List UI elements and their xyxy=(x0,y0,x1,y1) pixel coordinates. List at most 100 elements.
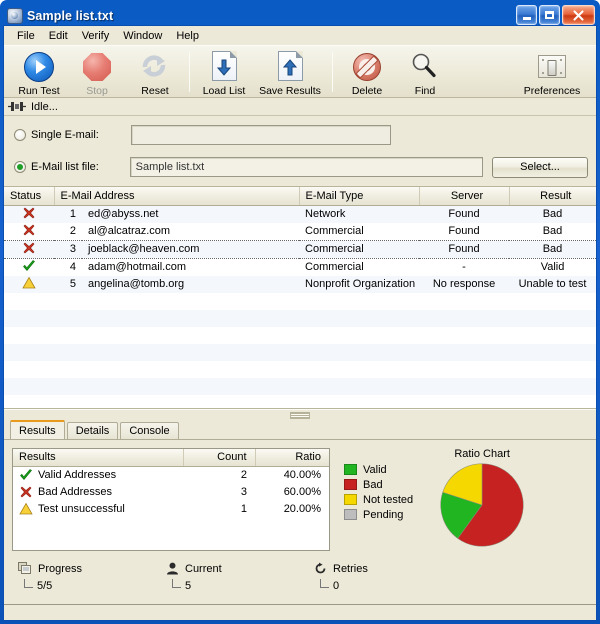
legend-label-bad: Bad xyxy=(363,479,383,491)
results-header-row: Results Count Ratio xyxy=(13,449,329,466)
client-area: File Edit Verify Window Help Run Test St… xyxy=(3,25,597,621)
stop-button[interactable]: Stop xyxy=(68,48,126,98)
bad-icon xyxy=(22,206,36,220)
save-results-label: Save Results xyxy=(259,85,321,97)
valid-icon xyxy=(22,259,36,273)
delete-label: Delete xyxy=(352,85,382,97)
menu-bar: File Edit Verify Window Help xyxy=(4,26,596,45)
load-list-button[interactable]: Load List xyxy=(195,48,253,98)
column-header-server[interactable]: Server xyxy=(419,187,509,205)
close-button[interactable] xyxy=(562,5,595,25)
preferences-button[interactable]: Preferences xyxy=(514,48,590,98)
tab-results[interactable]: Results xyxy=(10,420,65,439)
column-header-type[interactable]: E-Mail Type xyxy=(299,187,419,205)
results-row-count: 3 xyxy=(183,484,255,501)
table-row[interactable]: 2 al@alcatraz.com Commercial Found Bad xyxy=(4,223,596,241)
minimize-icon xyxy=(523,17,531,20)
row-server: Found xyxy=(419,205,509,223)
column-header-result[interactable]: Result xyxy=(509,187,596,205)
bad-icon xyxy=(22,241,36,255)
maximize-button[interactable] xyxy=(539,5,560,25)
warning-icon xyxy=(19,502,33,516)
delete-button[interactable]: Delete xyxy=(338,48,396,98)
connection-icon xyxy=(8,101,26,112)
maximize-icon xyxy=(545,11,554,19)
column-header-status[interactable]: Status xyxy=(4,187,54,205)
menu-item-window[interactable]: Window xyxy=(116,28,169,44)
menu-item-edit[interactable]: Edit xyxy=(42,28,75,44)
play-icon xyxy=(23,51,55,83)
legend-label-valid: Valid xyxy=(363,464,387,476)
menu-item-help[interactable]: Help xyxy=(169,28,206,44)
table-row-empty xyxy=(4,327,596,344)
list-file-radio[interactable] xyxy=(14,161,26,173)
tab-details[interactable]: Details xyxy=(67,422,119,439)
results-row-label-cell: Test unsuccessful xyxy=(13,501,183,518)
minimize-button[interactable] xyxy=(516,5,537,25)
window-title: Sample list.txt xyxy=(27,9,113,23)
legend-item-pending: Pending xyxy=(344,507,413,522)
select-file-button[interactable]: Select... xyxy=(492,157,588,178)
table-row[interactable]: 4 adam@hotmail.com Commercial - Valid xyxy=(4,258,596,276)
valid-icon xyxy=(19,468,33,482)
legend-item-valid: Valid xyxy=(344,462,413,477)
results-summary-table: Results Count Ratio xyxy=(12,448,330,551)
legend-swatch-valid xyxy=(344,464,357,475)
legend-swatch-not-tested xyxy=(344,494,357,505)
row-server: Found xyxy=(419,223,509,241)
stat-progress-value: 5/5 xyxy=(37,580,52,592)
row-result: Valid xyxy=(509,258,596,276)
document-download-icon xyxy=(208,51,240,83)
list-file-row: E-Mail list file: Sample list.txt Select… xyxy=(14,156,588,178)
pie-chart xyxy=(439,462,525,548)
row-address: joeblack@heaven.com xyxy=(82,240,299,258)
single-email-radio[interactable] xyxy=(14,129,26,141)
panel-splitter[interactable] xyxy=(4,409,596,420)
tab-panel-results: Results Count Ratio xyxy=(4,439,596,620)
row-type: Commercial xyxy=(299,223,419,241)
list-file-input[interactable]: Sample list.txt xyxy=(130,157,483,177)
column-header-address[interactable]: E-Mail Address xyxy=(54,187,299,205)
reset-button[interactable]: Reset xyxy=(126,48,184,98)
results-row: Bad Addresses 3 60.00% xyxy=(13,484,329,501)
table-row-empty xyxy=(4,310,596,327)
stats-bar: Progress 5/5 Current xyxy=(4,551,596,592)
table-row-selected[interactable]: 3 joeblack@heaven.com Commercial Found B… xyxy=(4,240,596,258)
results-row-count: 2 xyxy=(183,466,255,484)
row-status-icon xyxy=(4,276,54,293)
row-server: - xyxy=(419,258,509,276)
chart-legend: Valid Bad Not tested Pending xyxy=(344,448,413,551)
find-button[interactable]: Find xyxy=(396,48,454,98)
row-index: 2 xyxy=(54,223,82,241)
splitter-grip-icon xyxy=(290,412,310,419)
tab-console[interactable]: Console xyxy=(120,422,178,439)
row-server: Found xyxy=(419,240,509,258)
close-icon xyxy=(573,10,584,21)
single-email-input[interactable] xyxy=(131,125,391,145)
row-index: 4 xyxy=(54,258,82,276)
results-row-label: Valid Addresses xyxy=(38,469,116,481)
reset-icon xyxy=(139,51,171,83)
table-row-empty xyxy=(4,378,596,395)
find-label: Find xyxy=(415,85,435,97)
reset-label: Reset xyxy=(141,85,168,97)
table-row[interactable]: 5 angelina@tomb.org Nonprofit Organizati… xyxy=(4,276,596,293)
results-row-label: Test unsuccessful xyxy=(38,503,125,515)
legend-swatch-pending xyxy=(344,509,357,520)
results-row-ratio: 40.00% xyxy=(255,466,329,484)
magnifier-icon xyxy=(409,51,441,83)
results-column-count: Count xyxy=(183,449,255,466)
menu-item-file[interactable]: File xyxy=(10,28,42,44)
email-list-table[interactable]: Status E-Mail Address E-Mail Type Server… xyxy=(4,187,596,409)
legend-label-pending: Pending xyxy=(363,509,403,521)
results-area: Results Count Ratio xyxy=(4,440,596,551)
toolbar-separator-1 xyxy=(189,52,190,92)
run-test-button[interactable]: Run Test xyxy=(10,48,68,98)
row-server: No response xyxy=(419,276,509,293)
stat-progress-label: Progress xyxy=(38,563,82,575)
results-row: Valid Addresses 2 40.00% xyxy=(13,466,329,484)
table-header-row: Status E-Mail Address E-Mail Type Server… xyxy=(4,187,596,205)
save-results-button[interactable]: Save Results xyxy=(253,48,327,98)
menu-item-verify[interactable]: Verify xyxy=(75,28,117,44)
table-row[interactable]: 1 ed@abyss.net Network Found Bad xyxy=(4,205,596,223)
